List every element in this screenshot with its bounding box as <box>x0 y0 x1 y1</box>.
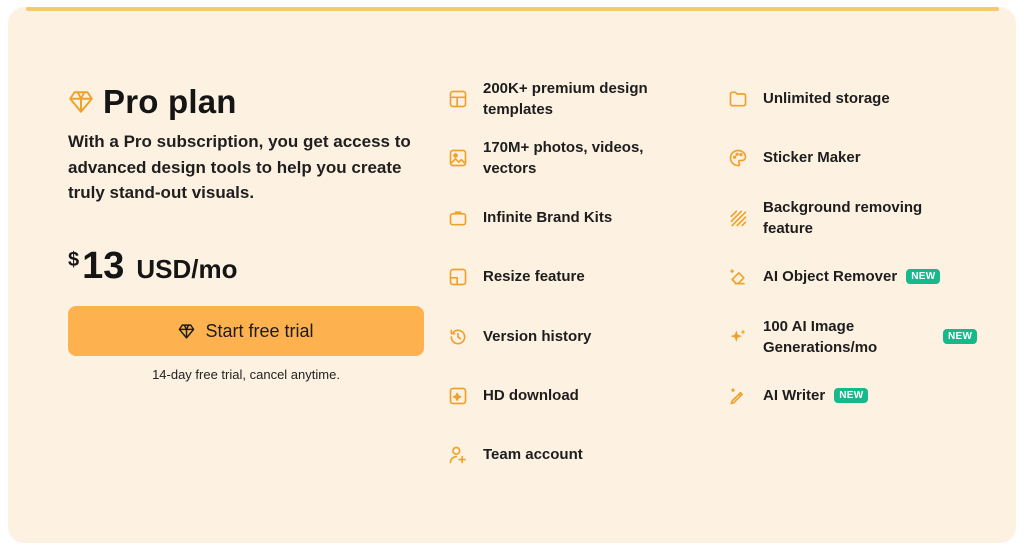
pen-sparkle-icon <box>730 388 743 404</box>
price-amount: 13 <box>82 245 125 287</box>
card-top-accent <box>26 7 999 11</box>
trial-note: 14-day free trial, cancel anytime. <box>152 367 340 382</box>
feature-item: 200K+ premium design templates <box>448 78 688 120</box>
diamond-icon <box>69 91 93 113</box>
feature-label: Unlimited storage <box>763 90 890 107</box>
feature-item: Infinite Brand Kits <box>448 207 688 228</box>
resize-icon <box>449 268 467 285</box>
background-remove-icon <box>730 210 747 227</box>
feature-label: AI Writer <box>763 387 826 404</box>
sparkle-icon <box>730 329 746 342</box>
plan-header: Pro plan <box>68 83 237 121</box>
feature-item: HD download <box>448 385 688 406</box>
feature-item: AI Writer NEW <box>728 385 988 406</box>
plan-description: With a Pro subscription, you get access … <box>68 132 411 202</box>
palette-icon <box>729 149 747 166</box>
briefcase-icon <box>449 210 467 225</box>
feature-label: 200K+ premium design templates <box>483 80 648 118</box>
photo-icon <box>449 149 467 167</box>
plan-title: Pro plan <box>103 83 237 120</box>
pricing-card: Pro plan With a Pro subscription, you ge… <box>8 7 1016 543</box>
diamond-icon <box>179 323 195 339</box>
feature-label: Team account <box>483 446 583 463</box>
new-badge: NEW <box>906 269 941 284</box>
feature-label: HD download <box>483 387 579 404</box>
feature-item: Team account <box>448 444 688 465</box>
feature-label: Resize feature <box>483 268 585 285</box>
feature-item: 100 AI Image Generations/mo <box>728 316 928 358</box>
feature-label: Background removing feature <box>763 199 923 237</box>
feature-item: Background removing feature <box>728 197 968 239</box>
feature-item: AI Object Remover NEW <box>728 266 988 287</box>
history-icon <box>450 329 466 344</box>
new-badge: NEW <box>943 329 978 344</box>
add-user-icon <box>449 446 466 463</box>
feature-label: Sticker Maker <box>763 149 861 166</box>
feature-label: 170M+ photos, videos, vectors <box>483 139 644 177</box>
start-free-trial-button[interactable]: Start free trial <box>68 306 424 356</box>
feature-label: Infinite Brand Kits <box>483 209 613 226</box>
feature-label: Version history <box>483 328 592 345</box>
folder-icon <box>729 91 747 106</box>
price-period: USD/mo <box>136 254 238 284</box>
feature-item: 170M+ photos, videos, vectors <box>448 137 688 179</box>
cta-label: Start free trial <box>205 320 314 341</box>
new-badge: NEW <box>834 388 869 403</box>
price-currency: $ <box>68 249 80 271</box>
feature-item: Unlimited storage <box>728 88 968 109</box>
templates-icon <box>449 90 467 108</box>
plan-price: $ 13 USD/mo <box>68 245 238 288</box>
feature-item: Resize feature <box>448 266 688 287</box>
feature-label: AI Object Remover <box>763 268 898 285</box>
hd-download-icon <box>449 387 467 404</box>
feature-item: Version history <box>448 326 688 347</box>
feature-item: Sticker Maker <box>728 147 968 168</box>
feature-label: 100 AI Image Generations/mo <box>763 318 878 356</box>
eraser-icon <box>730 269 745 284</box>
